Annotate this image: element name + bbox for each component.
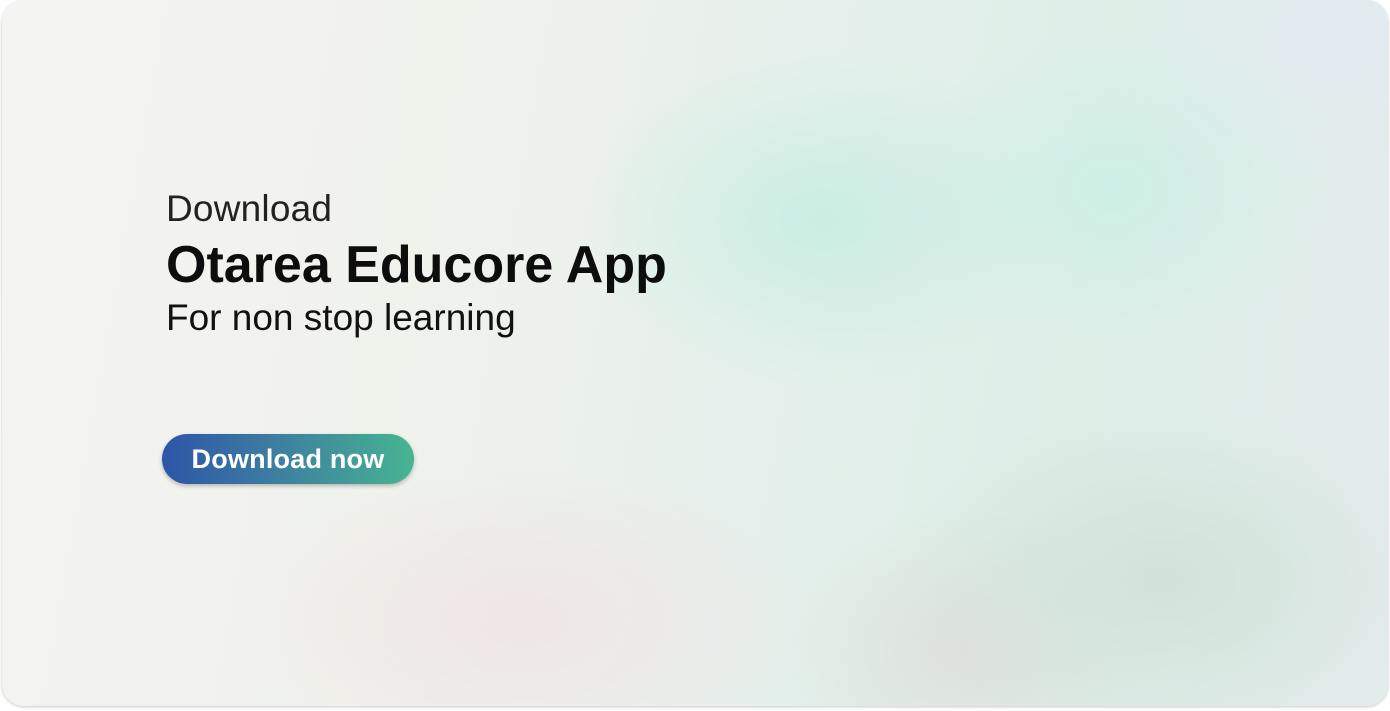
- banner-kicker: Download: [166, 188, 333, 229]
- banner-title: Otarea Educore App: [166, 236, 667, 294]
- banner-subtitle: For non stop learning: [166, 297, 516, 338]
- banner-text-block: Download Otarea Educore App For non stop…: [166, 186, 667, 340]
- download-banner-card: Download Otarea Educore App For non stop…: [2, 0, 1388, 706]
- download-now-button[interactable]: Download now: [162, 434, 414, 484]
